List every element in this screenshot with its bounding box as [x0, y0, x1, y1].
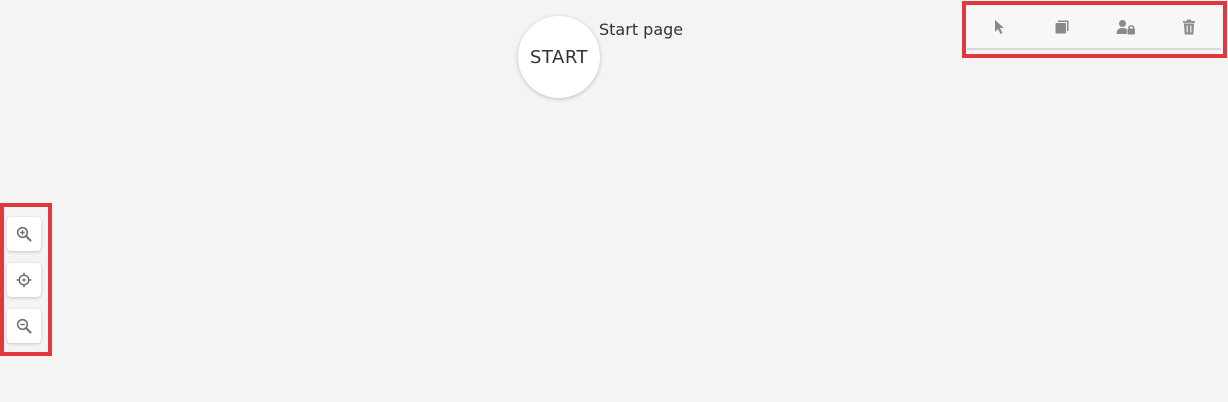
- cursor-pointer-icon: [992, 19, 1006, 35]
- copy-icon: [1054, 19, 1070, 35]
- permissions-button[interactable]: [1106, 9, 1146, 45]
- zoom-in-button[interactable]: [7, 217, 41, 251]
- crosshair-icon: [16, 272, 32, 288]
- start-node[interactable]: START: [518, 16, 600, 98]
- zoom-out-button[interactable]: [7, 309, 41, 343]
- zoom-out-icon: [16, 318, 32, 334]
- start-node-text: START: [529, 46, 589, 68]
- flow-canvas[interactable]: START Start page: [0, 0, 1228, 402]
- delete-button[interactable]: [1169, 9, 1209, 45]
- recenter-button[interactable]: [7, 263, 41, 297]
- zoom-in-icon: [16, 226, 32, 242]
- select-button[interactable]: [979, 9, 1019, 45]
- duplicate-button[interactable]: [1042, 9, 1082, 45]
- start-node-label: Start page: [599, 20, 684, 39]
- trash-icon: [1182, 19, 1196, 35]
- toolbar: [967, 6, 1221, 50]
- user-lock-icon: [1116, 19, 1136, 35]
